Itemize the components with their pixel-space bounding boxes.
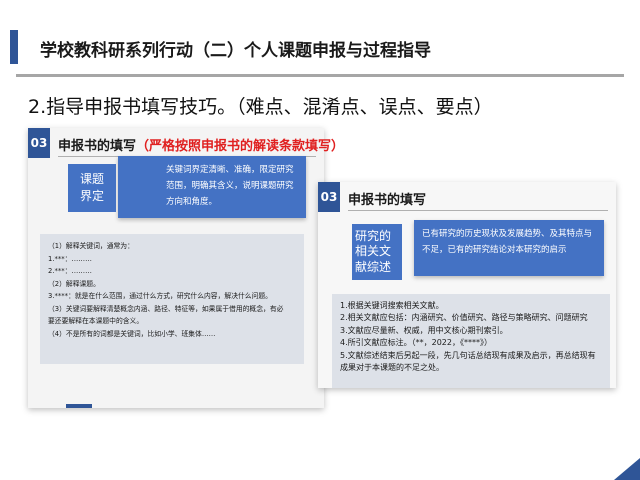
tag-project-definition: 课题 界定 — [68, 164, 116, 212]
card-project-definition: 03 申报书的填写（严格按照申报书的解读条款填写） 关键词界定清晰、准确，限定研… — [28, 128, 344, 408]
corner-decoration — [614, 458, 640, 480]
tag-literature-review: 研究的相关文献综述 — [352, 224, 402, 280]
list-item: （3）关键词要解释清楚概念内涵、路径、特征等，如果属于借用的概念，有必 — [48, 304, 284, 313]
literature-guidance-list: 1.根据关键词搜索相关文献。 2.相关文献应包括：内涵研究、价值研究、路径与策略… — [332, 294, 610, 388]
list-item: 要还要解释在本课题中的含义。 — [48, 317, 144, 326]
slide-title: 学校教科研系列行动（二）个人课题申报与过程指导 — [40, 41, 431, 61]
list-item: 3.文献应尽量新、权威，用中文核心期刊索引。 — [340, 325, 508, 335]
list-item: 2.***：……… — [48, 267, 92, 276]
list-item: 4.所引文献应标注。（**，2022，《****》） — [340, 338, 492, 348]
tag-label: 课题 界定 — [79, 172, 104, 203]
list-item: 1.根据关键词搜索相关文献。 — [340, 301, 444, 310]
definition-description-text: 关键词界定清晰、准确，限定研究范围，明确其含义，说明课题研究方向和角度。 — [166, 165, 294, 208]
title-accent-bar — [10, 30, 18, 64]
list-item: 5.文献综述结束后另起一段，先几句话总结现有成果及启示，再总结现有成果对于本课题… — [340, 350, 596, 372]
card-heading: 申报书的填写 — [348, 193, 427, 208]
card-literature-review: 03 申报书的填写 研究的相关文献综述 已有研究的历史现状及发展趋势、及其特点与… — [318, 182, 616, 388]
section-number-badge: 03 — [318, 182, 340, 212]
list-item: 3.****：就是在什么范围，通过什么方式，研究什么内容，解决什么问题。 — [48, 292, 272, 301]
list-item: （4）不是所有的词都是关键词，比如小学、班集体…… — [48, 329, 216, 338]
list-item: （1）解释关键词，通常为： — [48, 242, 134, 250]
slide-subtitle: 2.指导申报书填写技巧。（难点、混淆点、误点、要点） — [28, 96, 493, 118]
card-heading-main: 申报书的填写 — [58, 139, 137, 154]
title-divider — [16, 74, 624, 77]
list-item: 1.***：……… — [48, 254, 92, 263]
section-number-badge: 03 — [28, 128, 50, 158]
list-item: 2.相关文献应包括：内涵研究、价值研究、路径与策略研究、问题研究 — [340, 313, 588, 323]
list-item: （2）解释课题。 — [48, 279, 100, 288]
card-heading-note: （严格按照申报书的解读条款填写） — [136, 139, 345, 154]
card-heading: 申报书的填写（严格按照申报书的解读条款填写） — [58, 135, 344, 154]
literature-description: 已有研究的历史现状及发展趋势、及其特点与不足，已有的研究结论对本研究的启示 — [414, 220, 604, 276]
heading-underline — [348, 210, 608, 211]
left-card-accent — [66, 404, 92, 408]
definition-description: 关键词界定清晰、准确，限定研究范围，明确其含义，说明课题研究方向和角度。 — [118, 156, 306, 218]
definition-guidance-list: （1）解释关键词，通常为： 1.***：……… 2.***：……… （2）解释课… — [40, 234, 304, 364]
